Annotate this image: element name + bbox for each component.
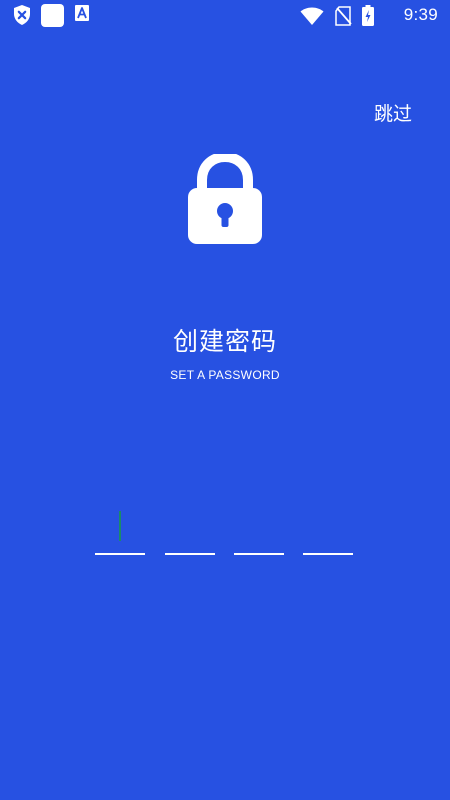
status-bar-right: 9:39 bbox=[300, 0, 450, 32]
wifi-icon bbox=[300, 6, 324, 30]
lock-icon bbox=[186, 151, 264, 246]
screen: 9:39 跳过 创建密码 SET A PASSWORD bbox=[0, 0, 450, 800]
pin-underline bbox=[303, 553, 353, 555]
status-bar: 9:39 bbox=[0, 0, 450, 32]
status-time: 9:39 bbox=[403, 5, 438, 24]
pin-underline bbox=[95, 553, 145, 555]
page-title: 创建密码 bbox=[172, 327, 277, 356]
pin-underline bbox=[234, 553, 284, 555]
white-square-icon bbox=[41, 4, 64, 31]
font-a-icon bbox=[74, 4, 90, 26]
no-signal-icon bbox=[334, 6, 352, 30]
pin-underline bbox=[165, 553, 215, 555]
shield-x-icon bbox=[12, 4, 32, 30]
pin-slot-1[interactable] bbox=[95, 505, 145, 555]
battery-charging-icon bbox=[362, 5, 374, 30]
pin-slot-2[interactable] bbox=[165, 505, 215, 555]
skip-button[interactable]: 跳过 bbox=[374, 99, 412, 126]
pin-slot-4[interactable] bbox=[303, 505, 353, 555]
page-subtitle: SET A PASSWORD bbox=[170, 368, 280, 382]
text-caret bbox=[119, 511, 121, 541]
pin-input[interactable] bbox=[95, 505, 355, 555]
pin-slot-3[interactable] bbox=[234, 505, 284, 555]
